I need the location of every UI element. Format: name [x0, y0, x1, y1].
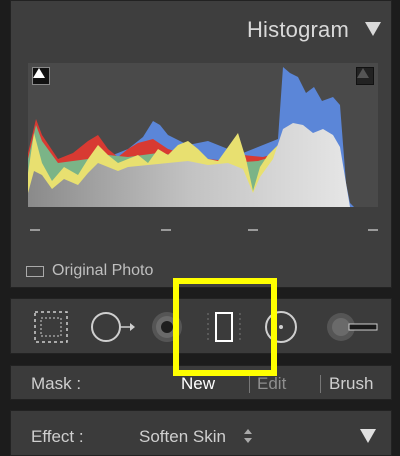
red-eye-icon[interactable]	[147, 309, 187, 345]
histogram-header[interactable]: Histogram	[11, 1, 391, 56]
spot-removal-icon[interactable]	[89, 309, 135, 345]
crop-overlay-icon[interactable]	[31, 309, 71, 345]
mask-row: Mask : New Edit Brush	[10, 365, 392, 400]
mask-label: Mask :	[31, 374, 82, 393]
tool-strip	[10, 298, 392, 354]
histogram-graph	[28, 63, 378, 207]
mask-new-button[interactable]: New	[181, 374, 215, 394]
original-photo-label: Original Photo	[52, 262, 154, 279]
mask-separator	[320, 375, 321, 393]
collapse-triangle-icon[interactable]	[363, 20, 383, 38]
histogram-readout-ticks	[28, 225, 378, 235]
effect-label: Effect :	[31, 427, 84, 446]
readout-tick	[161, 229, 171, 231]
graduated-filter-icon[interactable]	[205, 309, 243, 345]
histogram-title: Histogram	[246, 17, 349, 42]
mask-brush-button[interactable]: Brush	[329, 374, 373, 394]
mask-edit-button[interactable]: Edit	[257, 374, 286, 394]
clip-shadows-indicator-icon[interactable]	[32, 67, 50, 85]
stepper-arrows-icon[interactable]	[243, 428, 253, 444]
readout-tick	[30, 229, 40, 231]
readout-tick	[368, 229, 378, 231]
original-photo-toggle[interactable]: Original Photo	[26, 261, 153, 281]
clip-highlights-indicator-icon[interactable]	[356, 67, 374, 85]
histogram-panel: Histogram Original Photo	[10, 0, 392, 288]
collapse-triangle-icon[interactable]	[359, 427, 377, 445]
readout-tick	[248, 229, 258, 231]
adjustment-brush-icon[interactable]	[323, 309, 379, 345]
radial-filter-icon[interactable]	[261, 309, 301, 345]
effect-row: Effect : Soften Skin	[10, 410, 392, 456]
original-photo-checkbox[interactable]	[26, 265, 44, 277]
mask-separator	[249, 375, 250, 393]
effect-preset-select[interactable]: Soften Skin	[139, 427, 226, 447]
